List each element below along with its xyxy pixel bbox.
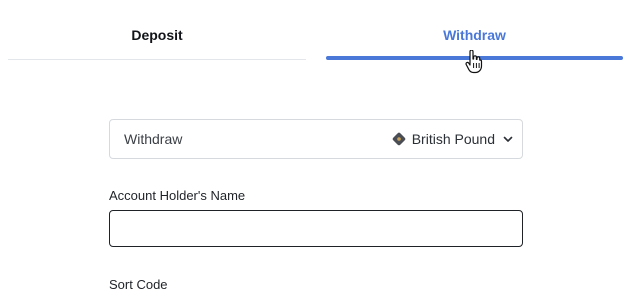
withdraw-currency-select[interactable]: Withdraw British Pound xyxy=(109,119,523,159)
tab-withdraw[interactable]: Withdraw xyxy=(326,0,623,62)
select-mode-label: Withdraw xyxy=(124,131,183,147)
tab-deposit-underline xyxy=(8,59,306,60)
account-holder-name-input[interactable] xyxy=(109,210,523,247)
tab-withdraw-active-indicator xyxy=(326,56,623,60)
tab-deposit[interactable]: Deposit xyxy=(8,0,306,62)
withdraw-form: Withdraw British Pound Account Holder's … xyxy=(109,119,523,292)
diamond-currency-icon xyxy=(391,131,407,147)
tab-deposit-label: Deposit xyxy=(131,27,183,43)
currency-label: British Pound xyxy=(411,131,495,147)
sort-code-label: Sort Code xyxy=(109,277,168,292)
deposit-withdraw-tabs: Deposit Withdraw xyxy=(0,0,641,62)
chevron-down-icon xyxy=(502,133,514,145)
tab-withdraw-label: Withdraw xyxy=(443,27,506,43)
withdraw-page: Deposit Withdraw Withdraw British Pound … xyxy=(0,0,641,299)
currency-selector[interactable]: British Pound xyxy=(391,131,514,147)
account-holder-name-label: Account Holder's Name xyxy=(109,188,246,203)
